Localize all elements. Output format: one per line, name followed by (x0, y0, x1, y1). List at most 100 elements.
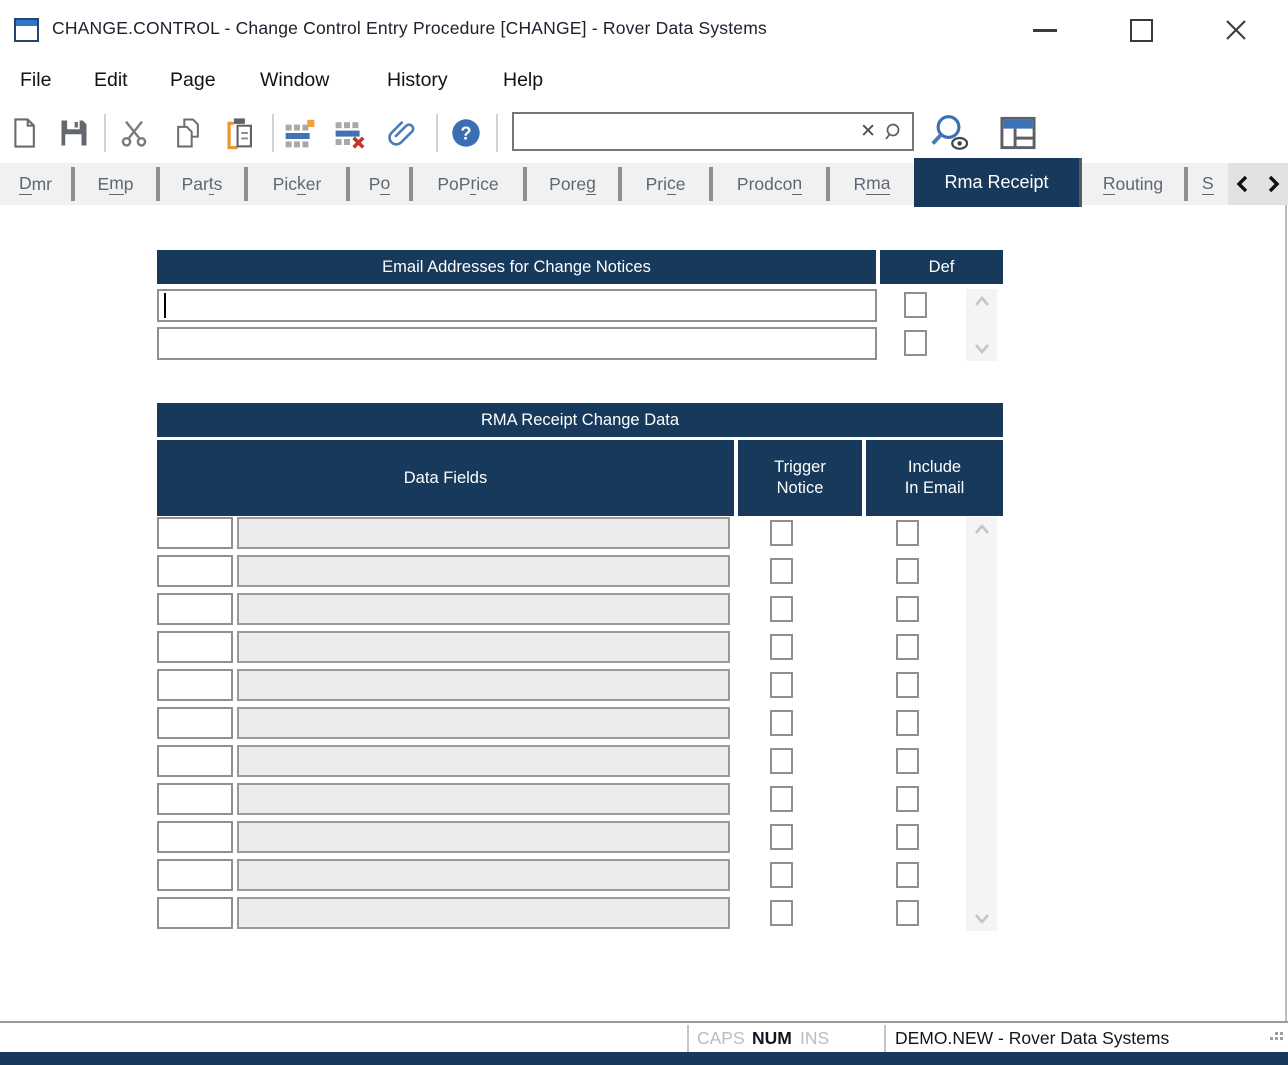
email-list-scrollbar[interactable] (966, 289, 997, 361)
search-clear-icon[interactable]: ✕ (854, 122, 882, 141)
tab-parts[interactable]: Parts (160, 163, 244, 205)
field-code-input[interactable] (157, 631, 233, 663)
include-in-email-checkbox[interactable] (896, 710, 919, 736)
trigger-notice-checkbox[interactable] (770, 634, 793, 660)
include-in-email-checkbox[interactable] (896, 748, 919, 774)
tab-price[interactable]: Price (622, 163, 709, 205)
resize-grip[interactable] (1270, 1032, 1282, 1044)
rma-data-row (157, 897, 1003, 929)
rma-table-title: RMA Receipt Change Data (157, 403, 1003, 437)
trigger-notice-checkbox[interactable] (770, 748, 793, 774)
tab-poreg[interactable]: Poreg (527, 163, 618, 205)
field-code-input[interactable] (157, 707, 233, 739)
rma-col-data-fields: Data Fields (157, 440, 734, 516)
def-checkbox-1[interactable] (904, 292, 927, 318)
tab-scroll-right-button[interactable] (1263, 169, 1285, 199)
rma-list-scrollbar[interactable] (966, 517, 997, 931)
save-button[interactable] (56, 113, 92, 153)
include-in-email-checkbox[interactable] (896, 672, 919, 698)
include-in-email-checkbox[interactable] (896, 634, 919, 660)
field-code-input[interactable] (157, 669, 233, 701)
scroll-up-icon[interactable] (966, 294, 997, 308)
scroll-down-icon[interactable] (966, 912, 997, 926)
field-name-display (237, 707, 730, 739)
tab-rma[interactable]: Rma (830, 163, 914, 205)
field-code-input[interactable] (157, 517, 233, 549)
new-document-button[interactable] (6, 113, 42, 153)
field-code-input[interactable] (157, 897, 233, 929)
trigger-notice-checkbox[interactable] (770, 710, 793, 736)
insert-row-icon (282, 117, 318, 149)
tab-s-partial[interactable]: S (1188, 163, 1228, 205)
field-name-display (237, 555, 730, 587)
trigger-notice-checkbox[interactable] (770, 824, 793, 850)
field-code-input[interactable] (157, 783, 233, 815)
menu-edit[interactable]: Edit (94, 69, 128, 92)
tab-scroll-left-button[interactable] (1231, 169, 1253, 199)
search-view-button[interactable] (926, 113, 974, 153)
rma-data-row (157, 593, 1003, 625)
rma-data-row (157, 631, 1003, 663)
tab-po[interactable]: Po (350, 163, 409, 205)
include-in-email-checkbox[interactable] (896, 862, 919, 888)
include-in-email-checkbox[interactable] (896, 558, 919, 584)
search-input[interactable] (514, 114, 854, 149)
help-button[interactable]: ? (448, 113, 484, 153)
maximize-button[interactable] (1108, 0, 1174, 60)
scroll-up-icon[interactable] (966, 522, 997, 536)
tab-picker[interactable]: Picker (248, 163, 346, 205)
include-in-email-checkbox[interactable] (896, 520, 919, 546)
close-button[interactable] (1203, 0, 1269, 60)
menu-help[interactable]: Help (503, 69, 543, 92)
insert-row-button[interactable] (282, 113, 318, 153)
rma-data-row (157, 783, 1003, 815)
rma-data-row (157, 821, 1003, 853)
ins-indicator: INS (800, 1028, 829, 1049)
cut-button[interactable] (116, 113, 152, 153)
field-code-input[interactable] (157, 745, 233, 777)
scroll-down-icon[interactable] (966, 342, 997, 356)
minimize-button[interactable] (1012, 0, 1078, 60)
tab-prodcon[interactable]: Prodcon (713, 163, 826, 205)
paste-button[interactable] (222, 113, 258, 153)
layout-view-button[interactable] (994, 113, 1042, 153)
include-in-email-checkbox[interactable] (896, 824, 919, 850)
app-window-icon (14, 18, 39, 42)
rma-col-trigger-notice: Trigger Notice (738, 440, 862, 516)
trigger-notice-checkbox[interactable] (770, 786, 793, 812)
tab-routing[interactable]: Routing (1082, 163, 1184, 205)
email-address-input-2[interactable] (157, 327, 877, 360)
trigger-notice-checkbox[interactable] (770, 596, 793, 622)
tab-scroll-buttons (1228, 163, 1288, 205)
field-code-input[interactable] (157, 821, 233, 853)
trigger-notice-checkbox[interactable] (770, 900, 793, 926)
menu-page[interactable]: Page (170, 69, 216, 92)
field-code-input[interactable] (157, 593, 233, 625)
trigger-notice-checkbox[interactable] (770, 558, 793, 584)
email-address-input-1[interactable] (157, 289, 877, 322)
include-in-email-checkbox[interactable] (896, 786, 919, 812)
tab-emp[interactable]: Emp (75, 163, 156, 205)
window-title: CHANGE.CONTROL - Change Control Entry Pr… (52, 18, 767, 39)
field-name-display (237, 517, 730, 549)
field-name-display (237, 593, 730, 625)
include-in-email-checkbox[interactable] (896, 900, 919, 926)
tab-poprice[interactable]: PoPrice (413, 163, 523, 205)
trigger-notice-checkbox[interactable] (770, 862, 793, 888)
delete-row-button[interactable] (332, 113, 368, 153)
search-icon[interactable] (882, 122, 912, 142)
menu-file[interactable]: File (20, 69, 51, 92)
field-code-input[interactable] (157, 859, 233, 891)
trigger-notice-checkbox[interactable] (770, 672, 793, 698)
field-code-input[interactable] (157, 555, 233, 587)
menu-history[interactable]: History (387, 69, 448, 92)
include-in-email-checkbox[interactable] (896, 596, 919, 622)
tab-dmr[interactable]: Dmr (0, 163, 71, 205)
page-tab-strip: Dmr Emp Parts Picker Po PoPrice Poreg Pr… (0, 163, 1288, 205)
menu-window[interactable]: Window (260, 69, 329, 92)
trigger-notice-checkbox[interactable] (770, 520, 793, 546)
def-checkbox-2[interactable] (904, 330, 927, 356)
tab-rma-receipt[interactable]: Rma Receipt (914, 158, 1082, 207)
attachment-button[interactable] (384, 113, 420, 153)
copy-button[interactable] (170, 113, 206, 153)
